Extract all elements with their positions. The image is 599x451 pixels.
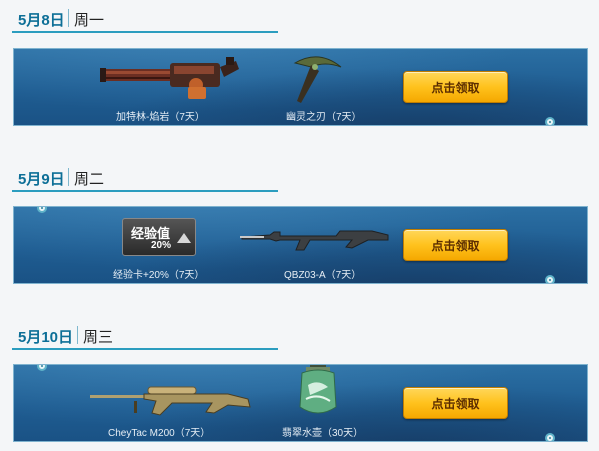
day-header: 5月9日 周二 — [12, 162, 282, 196]
date-label: 5月8日 — [18, 12, 65, 29]
sniper-rifle-icon — [90, 386, 251, 416]
reward-card: 经验值 20% 经验卡+20%（7天） QBZ03-A（7天） 点击领取 — [13, 206, 588, 284]
gatling-gun-icon — [100, 57, 239, 99]
exp-card-icon: 经验值 20% — [122, 218, 196, 256]
day-section-3: 5月10日 周三 CheyTac M200（7天） 翡翠水壶（30天） 点击领取 — [0, 320, 599, 451]
corner-ornament — [545, 433, 555, 441]
corner-ornament — [37, 207, 47, 213]
item-caption: 翡翠水壶（30天） — [282, 428, 364, 439]
day-section-1: 5月8日 周一 加特林-焰岩（7天） 幽灵之刃（7天） 点击领取 — [0, 3, 599, 133]
reward-card: 加特林-焰岩（7天） 幽灵之刃（7天） 点击领取 — [13, 48, 588, 126]
item-caption: CheyTac M200（7天） — [108, 428, 211, 439]
corner-ornament — [545, 117, 555, 125]
weekday-label: 周三 — [83, 329, 114, 346]
item-caption: QBZ03-A（7天） — [284, 270, 362, 281]
item-caption: 幽灵之刃（7天） — [286, 112, 362, 123]
claim-button[interactable]: 点击领取 — [403, 229, 508, 261]
arrow-up-icon — [177, 233, 191, 243]
header-underline — [12, 348, 278, 350]
day-section-2: 5月9日 周二 经验值 20% 经验卡+20%（7天） QBZ03-A（7天） … — [0, 162, 599, 292]
assault-rifle-icon — [240, 230, 389, 251]
claim-button[interactable]: 点击领取 — [403, 387, 508, 419]
corner-ornament — [545, 275, 555, 283]
claim-button[interactable]: 点击领取 — [403, 71, 508, 103]
reward-card: CheyTac M200（7天） 翡翠水壶（30天） 点击领取 — [13, 364, 588, 442]
header-underline — [12, 190, 278, 192]
jade-canteen-icon — [299, 365, 337, 414]
date-label: 5月9日 — [18, 171, 65, 188]
header-underline — [12, 31, 278, 33]
scythe-blade-icon — [293, 56, 342, 103]
day-header: 5月10日 周三 — [12, 320, 282, 354]
date-label: 5月10日 — [18, 329, 74, 346]
divider — [68, 168, 69, 186]
item-caption: 经验卡+20%（7天） — [113, 270, 205, 281]
weekday-label: 周一 — [74, 12, 105, 29]
day-header: 5月8日 周一 — [12, 3, 282, 37]
corner-ornament — [37, 365, 47, 371]
weekday-label: 周二 — [74, 171, 105, 188]
exp-card-value: 20% — [151, 240, 172, 251]
divider — [68, 9, 69, 27]
divider — [77, 326, 78, 344]
item-caption: 加特林-焰岩（7天） — [116, 112, 205, 123]
